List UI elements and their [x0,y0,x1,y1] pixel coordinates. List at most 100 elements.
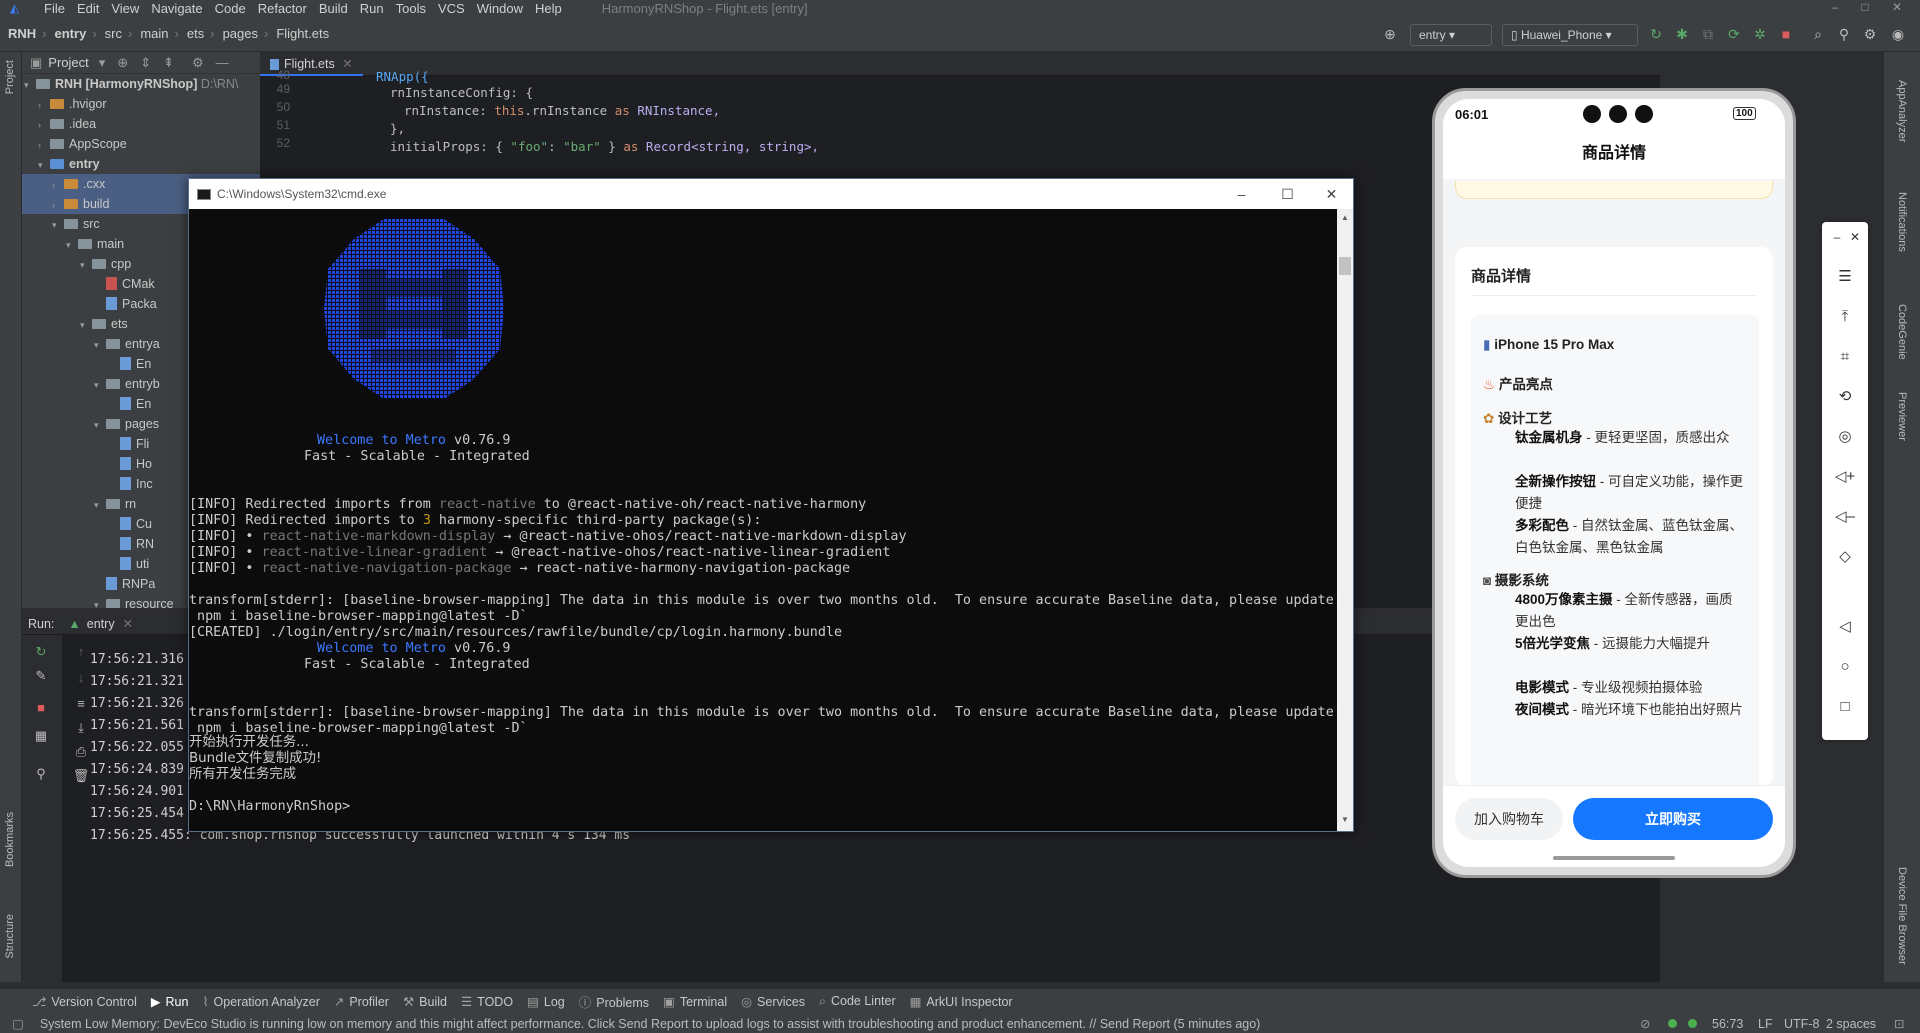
status-message[interactable]: System Low Memory: DevEco Studio is runn… [40,1017,1261,1031]
target-icon[interactable]: ⊕ [1382,26,1398,42]
volume-up-icon[interactable]: ◁+ [1834,466,1856,488]
phone-screen[interactable]: 06:01 100 商品详情 商品详情 ▮ iPhone 15 Pro Max … [1443,99,1785,867]
arkui-inspector-tab[interactable]: ▦ ArkUI Inspector [910,994,1013,1009]
home-icon[interactable]: ○ [1834,656,1856,678]
tree-item-idea[interactable]: › .idea [22,114,260,134]
dropdown-icon[interactable]: ▾ [99,55,106,71]
cmd-scrollbar[interactable]: ▲ ▼ [1337,209,1353,831]
locate-icon[interactable]: ⊕ [117,55,128,71]
code-linter-tab[interactable]: ⌕ Code Linter [819,994,896,1009]
version-control-tab[interactable]: ⎇ Version Control [32,994,137,1009]
rerun-icon[interactable]: ↻ [32,643,50,661]
codegenie-tool-tab[interactable]: CodeGenie [1896,304,1908,360]
menu-tools[interactable]: Tools [396,1,426,16]
code-area[interactable]: RNApp({ rnInstanceConfig: { rnInstance: … [318,69,1618,176]
cmd-minimize-button[interactable]: – [1219,179,1264,209]
operation-analyzer-tab[interactable]: ⌇ Operation Analyzer [202,994,319,1009]
log-tab[interactable]: ▤ Log [527,994,565,1009]
buy-now-button[interactable]: 立即购买 [1573,798,1773,840]
settings-icon[interactable]: ⚙ [1862,26,1878,42]
git-icon[interactable]: ⚲ [1836,26,1852,42]
rotate-icon[interactable]: ⟲ [1834,386,1856,408]
no-memory-icon[interactable]: ⊘ [1640,1016,1650,1031]
breadcrumb-file[interactable]: Flight.ets [276,26,329,41]
bookmarks-tool-tab[interactable]: Bookmarks [4,812,16,867]
soft-wrap-icon[interactable]: ≡ [72,695,90,713]
notifications-tool-tab[interactable]: Notifications [1896,192,1908,252]
volume-down-icon[interactable]: ◁– [1834,506,1856,528]
menu-navigate[interactable]: Navigate [151,1,202,16]
services-tab[interactable]: ◎ Services [741,994,805,1009]
print-icon[interactable]: ⎙ [72,743,90,761]
terminal-tab[interactable]: ▣ Terminal [663,994,727,1009]
project-view-select[interactable]: Project [48,55,88,70]
menu-run[interactable]: Run [360,1,384,16]
upload-icon[interactable]: ⤒ [1834,306,1856,328]
breadcrumb-module[interactable]: entry [55,26,87,41]
cmd-window[interactable]: C:\Windows\System32\cmd.exe – ☐ ✕ Welcom… [188,178,1354,832]
expand-all-icon[interactable]: ⇕ [140,55,151,71]
menu-file[interactable]: File [44,1,65,16]
menu-icon[interactable]: ☰ [1834,266,1856,288]
breadcrumb-project[interactable]: RNH [8,26,36,41]
menu-build[interactable]: Build [319,1,348,16]
menu-window[interactable]: Window [477,1,523,16]
gear-icon[interactable]: ⚙ [192,55,204,71]
window-maximize-button[interactable]: □ [1850,0,1880,16]
close-icon[interactable]: ✕ [1844,226,1866,248]
search-icon[interactable]: ⌕ [1810,26,1826,42]
rerun-icon[interactable]: ↻ [1648,26,1664,42]
tab-flight-ets[interactable]: Flight.ets ✕ [260,52,363,76]
apply-changes-icon[interactable]: ⟳ [1726,26,1742,42]
breadcrumb-src[interactable]: src [105,26,122,41]
project-tool-tab[interactable]: Project [4,60,16,94]
window-minimize-button[interactable]: – [1820,0,1850,16]
status-toggle-icon[interactable]: ▢ [12,1016,24,1031]
scroll-up-icon[interactable]: ↑ [72,643,90,661]
breadcrumb-main[interactable]: main [140,26,168,41]
menu-edit[interactable]: Edit [77,1,99,16]
collapse-all-icon[interactable]: ⇞ [163,55,174,71]
pin-icon[interactable]: ⚲ [32,765,50,783]
problems-tab[interactable]: ⓘ Problems [579,992,649,1011]
run-config-select[interactable]: entry ▾ [1410,24,1492,46]
debug-icon[interactable]: ✱ [1674,26,1690,42]
indent-setting[interactable]: 2 spaces [1826,1017,1876,1031]
device-file-browser-tool-tab[interactable]: Device File Browser [1896,867,1908,965]
line-separator[interactable]: LF [1758,1017,1773,1031]
cmd-close-button[interactable]: ✕ [1309,179,1354,209]
structure-tool-tab[interactable]: Structure [4,914,16,959]
scroll-down-icon[interactable]: ↓ [72,669,90,687]
build-tab[interactable]: ⚒ Build [403,994,447,1009]
device-select[interactable]: ▯ Huawei_Phone ▾ [1502,24,1638,46]
lock-icon[interactable]: ⊡ [1894,1016,1904,1031]
tree-item-appscope[interactable]: › AppScope [22,134,260,154]
menu-code[interactable]: Code [215,1,246,16]
menu-refactor[interactable]: Refactor [258,1,307,16]
recents-icon[interactable]: □ [1834,696,1856,718]
stop-icon[interactable]: ■ [32,699,50,717]
profiler-run-icon[interactable]: ✲ [1752,26,1768,42]
home-indicator[interactable] [1553,856,1675,860]
window-close-button[interactable]: ✕ [1882,0,1912,16]
menu-vcs[interactable]: VCS [438,1,465,16]
menu-view[interactable]: View [111,1,139,16]
account-icon[interactable]: ◉ [1890,26,1906,42]
crop-icon[interactable]: ⌗ [1834,346,1856,368]
profiler-tab[interactable]: ↗ Profiler [334,994,389,1009]
scroll-to-end-icon[interactable]: ⤓ [72,719,90,737]
cmd-output[interactable]: Welcome to Metro v0.76.9 Fast - Scalable… [189,209,1338,831]
wrench-icon[interactable]: ✎ [32,667,50,685]
trash-icon[interactable]: 🗑 [72,767,90,785]
stop-icon[interactable]: ■ [1778,26,1794,42]
appanalyzer-tool-tab[interactable]: AppAnalyzer [1896,80,1908,142]
run-tab-entry[interactable]: entry [87,617,115,631]
file-encoding[interactable]: UTF-8 [1784,1017,1819,1031]
menu-help[interactable]: Help [535,1,562,16]
attach-icon[interactable]: ⧉ [1700,26,1716,42]
todo-tab[interactable]: ☰ TODO [461,994,513,1009]
back-icon[interactable]: ◁ [1834,616,1856,638]
breadcrumb-ets[interactable]: ets [187,26,204,41]
layout-icon[interactable]: ▦ [32,727,50,745]
caret-position[interactable]: 56:73 [1712,1017,1743,1031]
